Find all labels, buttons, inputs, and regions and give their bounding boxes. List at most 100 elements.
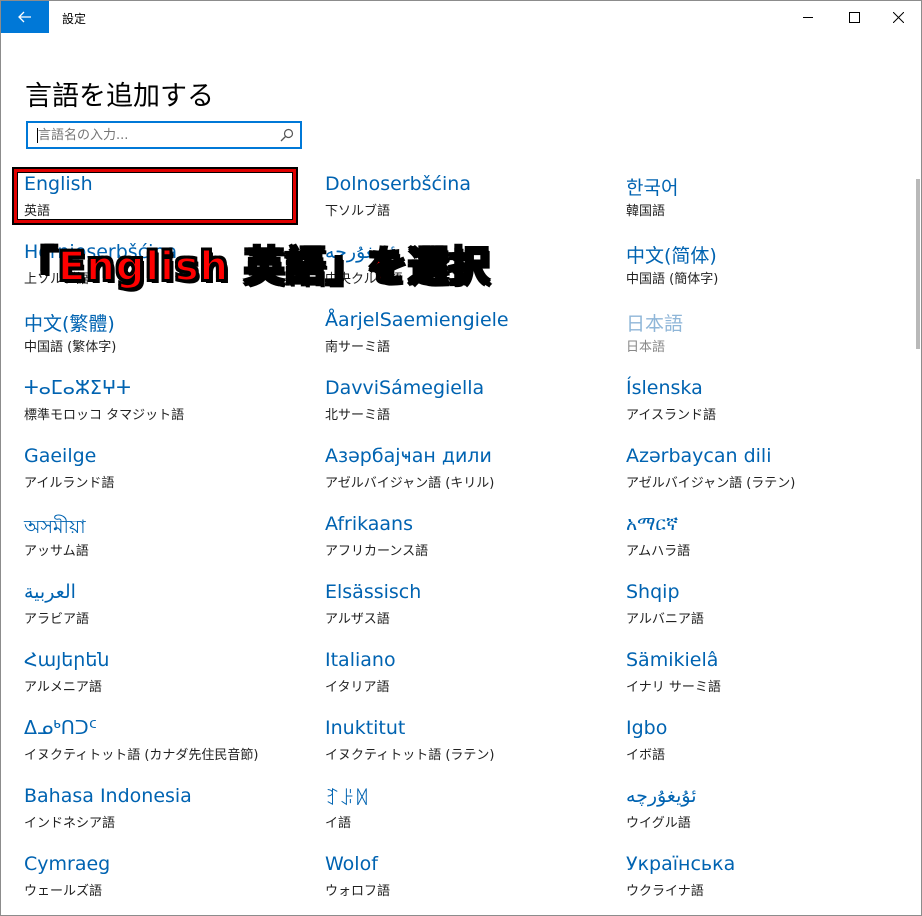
language-subtitle: アルバニア語	[626, 612, 704, 627]
language-item[interactable]: 한국어 韓国語	[626, 173, 916, 229]
language-item[interactable]: Sämikielâ イナリ サーミ語	[626, 649, 916, 705]
language-item[interactable]: ᐃᓄᒃᑎᑐᑦ イヌクティトット語 (カナダ先住民音節)	[24, 717, 314, 773]
language-item[interactable]: অসমীয়া アッサム語	[24, 513, 314, 569]
language-item[interactable]: Azərbaycan dili アゼルバイジャン語 (ラテン)	[626, 445, 916, 501]
language-subtitle: イナリ サーミ語	[626, 680, 721, 695]
search-box[interactable]	[26, 121, 302, 149]
language-subtitle: アイルランド語	[24, 476, 115, 491]
language-item[interactable]: Elsässisch アルザス語	[325, 581, 615, 637]
close-icon	[892, 11, 904, 23]
language-item[interactable]: Shqip アルバニア語	[626, 581, 916, 637]
language-item-disabled: 日本語 日本語	[626, 309, 916, 365]
close-button[interactable]	[875, 1, 921, 33]
language-subtitle: イヌクティトット語 (ラテン)	[325, 748, 495, 763]
language-name: 日本語	[626, 313, 684, 335]
settings-window: 設定 言語を追加する English 英語 Dolnoserbšćina 下ソル…	[0, 0, 922, 916]
language-subtitle: 中国語 (簡体字)	[626, 272, 719, 287]
language-item[interactable]: Italiano イタリア語	[325, 649, 615, 705]
language-item[interactable]: ÅarjelSaemiengiele 南サーミ語	[325, 309, 615, 365]
language-item[interactable]: Dolnoserbšćina 下ソルブ語	[325, 173, 615, 229]
language-subtitle: ウェールズ語	[24, 884, 103, 899]
language-item[interactable]: Українська ウクライナ語	[626, 853, 916, 909]
search-input[interactable]	[38, 126, 278, 144]
language-item[interactable]: 中文(繁體) 中国語 (繁体字)	[24, 309, 314, 365]
language-subtitle: アゼルバイジャン語 (ラテン)	[626, 476, 796, 491]
language-name: Wolof	[325, 853, 378, 875]
language-item[interactable]: Inuktitut イヌクティトット語 (ラテン)	[325, 717, 615, 773]
language-name: Հայերեն	[24, 649, 110, 671]
language-subtitle: アルザス語	[325, 612, 390, 627]
language-subtitle: 北サーミ語	[325, 408, 391, 423]
language-item[interactable]: Igbo イボ語	[626, 717, 916, 773]
language-subtitle: アゼルバイジャン語 (キリル)	[325, 476, 495, 491]
page-title: 言語を追加する	[25, 81, 214, 113]
search-icon	[280, 128, 294, 142]
language-subtitle: イボ語	[626, 748, 666, 763]
language-subtitle: アイスランド語	[626, 408, 716, 423]
language-subtitle: アラビア語	[24, 612, 90, 627]
language-item[interactable]: ꆈꌠꉙ イ語	[325, 785, 615, 841]
language-name: DavviSámegiella	[325, 377, 485, 399]
language-subtitle: ウォロフ語	[325, 884, 391, 899]
language-name: 中文(繁體)	[24, 313, 115, 335]
language-name: Bahasa Indonesia	[24, 785, 192, 807]
language-name: ئۇيغۇرچە	[626, 785, 697, 807]
window-title: 設定	[62, 12, 87, 26]
language-name: Íslenska	[626, 377, 703, 399]
language-item[interactable]: አማርኛ アムハラ語	[626, 513, 916, 569]
language-subtitle: アフリカーンス語	[325, 544, 429, 559]
language-item[interactable]: Азәрбајҹан дили アゼルバイジャン語 (キリル)	[325, 445, 615, 501]
language-subtitle: イ語	[325, 816, 352, 831]
language-name: Sämikielâ	[626, 649, 719, 671]
back-arrow-icon	[18, 11, 31, 23]
language-subtitle: 標準モロッコ タマジット語	[24, 408, 185, 423]
language-item[interactable]: Cymraeg ウェールズ語	[24, 853, 314, 909]
language-item[interactable]: العربية アラビア語	[24, 581, 314, 637]
language-subtitle: イタリア語	[325, 680, 390, 695]
language-item[interactable]: 中文(简体) 中国語 (簡体字)	[626, 241, 916, 297]
back-button[interactable]	[1, 1, 49, 33]
selection-highlight-box	[14, 169, 296, 223]
language-name: 한국어	[626, 177, 679, 199]
language-name: 中文(简体)	[626, 245, 717, 267]
language-item[interactable]: Wolof ウォロフ語	[325, 853, 615, 909]
language-name: Cymraeg	[24, 853, 111, 875]
language-item[interactable]: Íslenska アイスランド語	[626, 377, 916, 433]
language-subtitle: インドネシア語	[24, 816, 116, 831]
language-name: Inuktitut	[325, 717, 406, 739]
language-subtitle: アルメニア語	[24, 680, 102, 695]
language-subtitle: イヌクティトット語 (カナダ先住民音節)	[24, 748, 259, 763]
language-name: Gaeilge	[24, 445, 97, 467]
language-name: Shqip	[626, 581, 680, 603]
language-name: Dolnoserbšćina	[325, 173, 471, 195]
annotation-callout: 「English 英語」を選択	[16, 243, 491, 291]
language-name: Igbo	[626, 717, 668, 739]
language-item[interactable]: ئۇيغۇرچە ウイグル語	[626, 785, 916, 841]
language-item[interactable]: Հայերեն アルメニア語	[24, 649, 314, 705]
language-subtitle: ウクライナ語	[626, 884, 704, 899]
language-subtitle: ウイグル語	[626, 816, 691, 831]
language-item[interactable]: DavviSámegiella 北サーミ語	[325, 377, 615, 433]
text-caret	[37, 128, 38, 143]
language-name: Azərbaycan dili	[626, 445, 772, 467]
language-name: Азәрбајҹан дили	[325, 445, 492, 467]
maximize-icon	[848, 11, 860, 23]
language-name: Italiano	[325, 649, 396, 671]
title-bar: 設定	[1, 1, 921, 33]
language-name: ÅarjelSaemiengiele	[325, 309, 509, 331]
language-subtitle: 南サーミ語	[325, 340, 391, 355]
language-subtitle: アムハラ語	[626, 544, 691, 559]
language-item[interactable]: Gaeilge アイルランド語	[24, 445, 314, 501]
maximize-button[interactable]	[831, 1, 877, 33]
language-item[interactable]: Bahasa Indonesia インドネシア語	[24, 785, 314, 841]
minimize-button[interactable]	[785, 1, 831, 33]
language-name: Elsässisch	[325, 581, 422, 603]
language-name: Українська	[626, 853, 736, 875]
vertical-scrollbar[interactable]	[916, 179, 920, 349]
language-item[interactable]: ⵜⴰⵎⴰⵣⵉⵖⵜ 標準モロッコ タマジット語	[24, 377, 314, 433]
language-subtitle: 中国語 (繁体字)	[24, 340, 117, 355]
language-name: ᐃᓄᒃᑎᑐᑦ	[24, 717, 97, 739]
language-subtitle: アッサム語	[24, 544, 89, 559]
language-item[interactable]: Afrikaans アフリカーンス語	[325, 513, 615, 569]
language-name: ꆈꌠꉙ	[325, 788, 370, 810]
